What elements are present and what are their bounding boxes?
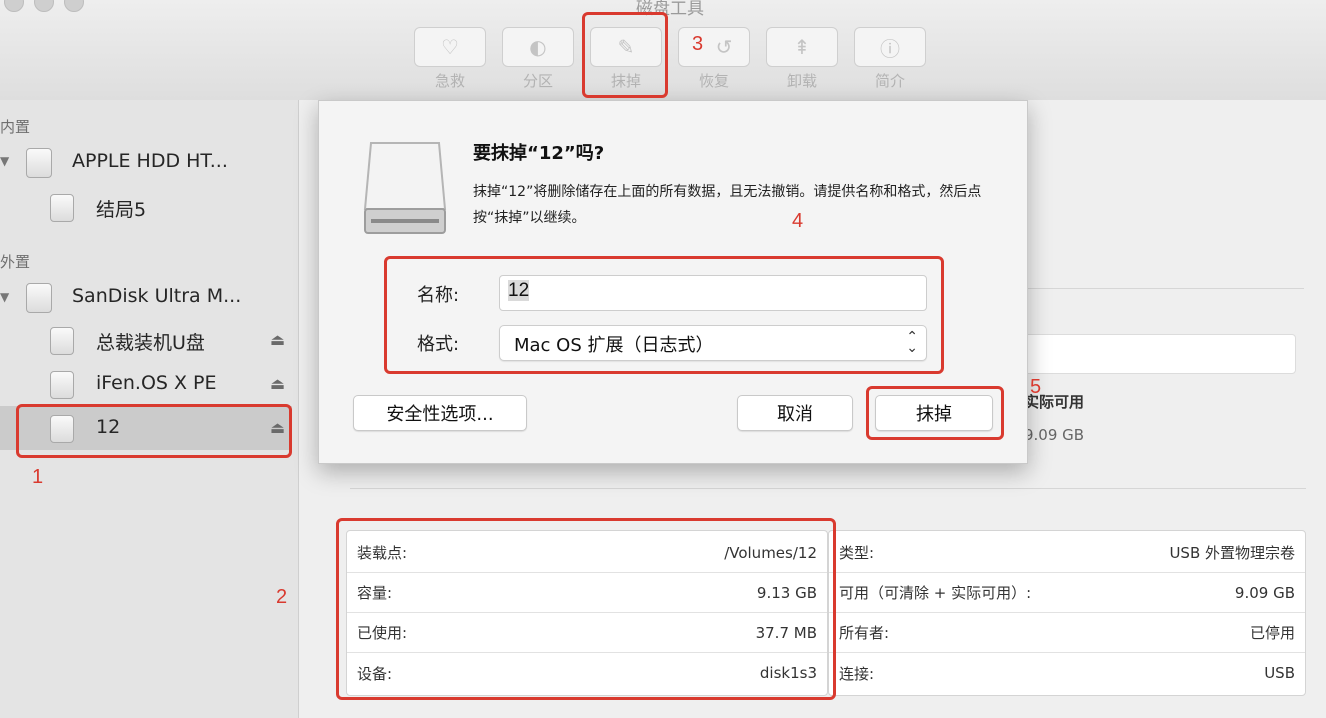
info-button[interactable]: ⓘ [854, 27, 926, 67]
restore-icon: ↺ [715, 35, 733, 59]
sidebar-item-ifen[interactable]: iFen.OS X PE [96, 372, 217, 394]
divider [1026, 288, 1304, 289]
table-row: 连接: USB [839, 664, 1295, 683]
annotation-box-3 [582, 12, 668, 98]
restore-button[interactable]: ↺ [678, 27, 750, 67]
annotation-box-1 [16, 404, 292, 458]
annotation-number-4: 4 [792, 210, 804, 232]
sidebar-item-zongcai[interactable]: 总裁装机U盘 [96, 328, 205, 355]
unmount-label: 卸载 [786, 72, 817, 90]
volume-icon [50, 194, 74, 222]
annotation-box-5 [866, 386, 1004, 440]
zoom-window-button[interactable] [64, 0, 84, 12]
divider [350, 488, 1306, 489]
first-aid-button[interactable]: ♡ [414, 27, 486, 67]
partition-icon: ◐ [529, 35, 547, 59]
first-aid-label: 急救 [434, 72, 465, 90]
table-row: 所有者: 已停用 [829, 613, 1305, 653]
cancel-button[interactable]: 取消 [737, 395, 853, 431]
info-icon: ⓘ [880, 36, 900, 61]
sidebar-item-jieju5[interactable]: 结局5 [96, 195, 146, 222]
usb-drive-icon [26, 283, 52, 313]
table-row: 可用（可清除 + 实际可用）: 9.09 GB [829, 573, 1305, 613]
disclosure-triangle-icon[interactable]: ▼ [0, 154, 9, 168]
annotation-number-1: 1 [32, 466, 44, 488]
annotation-number-2: 2 [276, 586, 288, 608]
hard-drive-icon [26, 148, 52, 178]
sidebar-item-apple-hdd[interactable]: APPLE HDD HT... [72, 150, 228, 172]
close-window-button[interactable] [4, 0, 24, 12]
available-value: 9.09 GB [1024, 426, 1085, 444]
sidebar-item-sandisk[interactable]: SanDisk Ultra M... [72, 285, 241, 307]
usage-bar [1020, 334, 1296, 374]
partition-button[interactable]: ◐ [502, 27, 574, 67]
stethoscope-icon: ♡ [441, 35, 459, 59]
minimize-window-button[interactable] [34, 0, 54, 12]
volume-icon [50, 327, 74, 355]
unmount-button[interactable]: ⇞ [766, 27, 838, 67]
restore-label: 恢复 [698, 72, 729, 90]
annotation-box-4 [384, 256, 944, 374]
dialog-title: 要抹掉“12”吗? [473, 143, 605, 164]
info-table-right: 类型: USB 外置物理宗卷 可用（可清除 + 实际可用）: 9.09 GB 所有者… [828, 530, 1306, 696]
external-section-header: 外置 [0, 253, 31, 271]
partition-label: 分区 [522, 72, 553, 90]
annotation-number-3: 3 [692, 33, 704, 55]
security-options-button[interactable]: 安全性选项... [353, 395, 527, 431]
unmount-icon: ⇞ [793, 35, 811, 59]
table-row: 类型: USB 外置物理宗卷 [829, 533, 1305, 573]
volume-icon [50, 371, 74, 399]
annotation-box-2 [336, 518, 836, 700]
annotation-number-5: 5 [1030, 376, 1042, 398]
dialog-message: 抹掉“12”将删除储存在上面的所有数据，且无法撤销。请提供名称和格式，然后点按“… [473, 184, 982, 226]
eject-icon[interactable]: ⏏ [270, 374, 285, 393]
internal-section-header: 内置 [0, 118, 31, 136]
external-drive-icon [363, 142, 447, 234]
info-label: 简介 [874, 72, 905, 90]
disclosure-triangle-icon[interactable]: ▼ [0, 290, 9, 304]
eject-icon[interactable]: ⏏ [270, 330, 285, 349]
